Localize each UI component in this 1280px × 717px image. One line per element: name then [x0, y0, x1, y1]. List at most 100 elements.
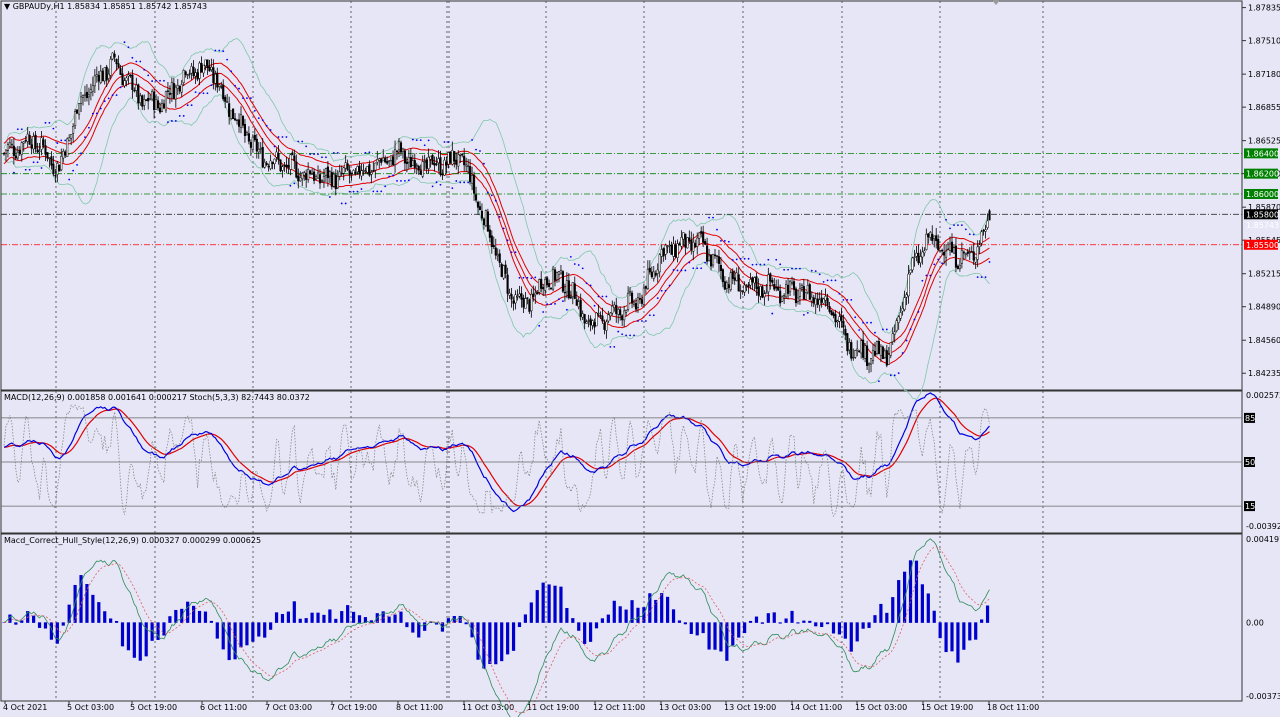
- hull-bar: [257, 622, 261, 637]
- candle-body: [356, 166, 359, 172]
- candle-body: [56, 162, 59, 175]
- candle-body: [259, 148, 262, 150]
- sar-dot: [99, 107, 102, 110]
- sar-dot: [88, 126, 90, 129]
- candle-body: [553, 269, 557, 281]
- hull-bar: [298, 618, 302, 623]
- candle-body: [474, 194, 478, 201]
- sar-dot: [467, 181, 470, 184]
- candle-body: [330, 172, 333, 187]
- sar-dot: [878, 380, 880, 383]
- candle-body: [605, 321, 608, 331]
- candle-body: [563, 291, 566, 294]
- candle-body: [672, 243, 675, 257]
- candle-body: [686, 237, 689, 249]
- candle-body: [257, 149, 260, 153]
- candle-body: [504, 264, 507, 274]
- candle-body: [354, 172, 357, 174]
- sar-dot: [396, 179, 398, 182]
- hull-bar: [85, 583, 89, 623]
- sar-dot: [629, 334, 631, 337]
- sar-dot: [332, 152, 335, 154]
- hull-bar: [132, 622, 136, 658]
- candle-body: [492, 245, 495, 247]
- candle-body: [706, 245, 709, 262]
- candle-body: [609, 312, 612, 317]
- candle-body: [974, 257, 977, 263]
- candle-body: [293, 155, 296, 161]
- candle-body: [850, 342, 853, 359]
- sar-dot: [506, 239, 509, 242]
- candle-body: [433, 163, 436, 166]
- candle-body: [401, 148, 404, 152]
- sar-dot: [178, 115, 181, 117]
- candle-body: [206, 59, 209, 68]
- hull-y-tick-label: -0.003736: [1246, 692, 1280, 701]
- x-tick-label: 7 Oct 03:00: [265, 703, 312, 712]
- sar-dot: [980, 276, 983, 279]
- sar-dot: [775, 258, 778, 261]
- candle-body: [344, 162, 347, 169]
- hull-bar: [701, 622, 705, 634]
- sar-dot: [731, 259, 734, 261]
- candle-body: [767, 274, 770, 293]
- sar-dot: [111, 94, 114, 97]
- candle-body: [498, 253, 501, 263]
- hull-bar: [743, 622, 747, 634]
- candle-body: [384, 157, 387, 163]
- candle-body: [463, 155, 466, 166]
- candle-body: [263, 161, 266, 168]
- sar-dot: [676, 269, 679, 272]
- candle-body: [763, 293, 766, 298]
- candle-body: [131, 74, 134, 90]
- hull-bar: [985, 605, 990, 623]
- candle-body: [50, 156, 53, 166]
- hull-bar: [280, 613, 285, 623]
- chart-canvas[interactable]: 1.87835 1.87510 1.87180 1.86855 1.86525 1.862…: [0, 0, 1280, 717]
- candle-body: [632, 302, 636, 306]
- candle-body: [792, 281, 796, 290]
- chart-window[interactable]: 1.87835 1.87510 1.87180 1.86855 1.86525 1.862…: [0, 0, 1280, 717]
- candle-body: [336, 176, 339, 189]
- sar-dot: [751, 263, 754, 266]
- candle-body: [160, 103, 164, 112]
- stoch-level-label: 15: [1245, 502, 1255, 511]
- sar-dot: [388, 175, 391, 178]
- hull-bar: [529, 602, 533, 623]
- candle-body: [269, 160, 272, 169]
- hull-bar: [654, 599, 658, 623]
- candle-body: [634, 303, 638, 310]
- candle-body: [382, 157, 385, 162]
- candle-body: [868, 363, 871, 366]
- sar-dot: [486, 191, 489, 194]
- candle-body: [524, 298, 527, 309]
- hull-bar: [138, 622, 142, 661]
- sar-dot: [415, 139, 418, 142]
- candle-body: [158, 107, 162, 113]
- candle-body: [787, 284, 790, 294]
- hull-y-tick-label: 0.00: [1246, 618, 1264, 627]
- hull-bar: [695, 622, 699, 636]
- sar-dot: [139, 60, 142, 63]
- candle-body: [656, 269, 659, 274]
- candle-body: [210, 66, 213, 70]
- candle-body: [239, 114, 243, 128]
- candle-body: [326, 166, 329, 179]
- sar-dot: [652, 314, 655, 317]
- candle-body: [589, 318, 592, 326]
- candle-body: [60, 156, 63, 171]
- menu-triangle-icon[interactable]: ▼: [4, 2, 10, 11]
- candle-body: [887, 354, 890, 365]
- chart-shift-arrow-icon[interactable]: [992, 0, 1000, 5]
- candle-body: [52, 163, 55, 175]
- candle-body: [984, 229, 987, 232]
- candle-body: [265, 162, 268, 166]
- candle-body: [500, 263, 503, 277]
- candle-body: [581, 313, 584, 318]
- candle-body: [958, 264, 961, 269]
- hull-bar: [292, 601, 296, 623]
- sar-dot: [52, 127, 55, 130]
- candle-body: [858, 350, 861, 353]
- candle-body: [486, 211, 489, 232]
- sar-dot: [957, 224, 959, 227]
